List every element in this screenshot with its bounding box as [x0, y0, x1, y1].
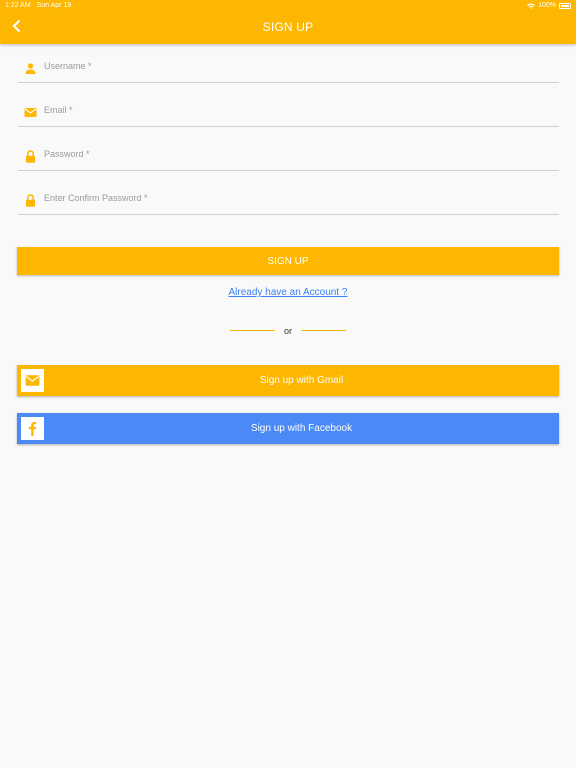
signup-button[interactable]: SIGN UP [17, 247, 559, 275]
gmail-icon-box [21, 369, 44, 392]
facebook-icon-box [21, 417, 44, 440]
lock-icon [26, 150, 35, 163]
confirm-password-field[interactable] [18, 184, 559, 215]
login-link[interactable]: Already have an Account ? [0, 287, 576, 298]
battery-percent: 100% [538, 2, 556, 9]
mail-icon [24, 108, 37, 117]
password-field[interactable] [18, 140, 559, 171]
mail-icon [25, 375, 40, 386]
email-input[interactable] [44, 100, 544, 120]
status-date: Sun Apr 19 [36, 2, 72, 9]
app-header: 1:22 AM Sun Apr 19 100% SIGN UP [0, 0, 576, 44]
email-field[interactable] [18, 96, 559, 127]
username-field[interactable] [18, 52, 559, 83]
user-icon [25, 63, 36, 74]
password-input[interactable] [44, 144, 544, 164]
facebook-button-label: Sign up with Facebook [250, 423, 353, 434]
lock-icon [26, 194, 35, 207]
gmail-button-label: Sign up with Gmail [259, 375, 344, 386]
page-title: SIGN UP [262, 20, 314, 34]
facebook-signup-button[interactable]: Sign up with Facebook [17, 413, 559, 444]
status-time: 1:22 AM [5, 2, 31, 9]
status-bar: 1:22 AM Sun Apr 19 100% [0, 0, 576, 12]
facebook-icon [29, 422, 37, 436]
wifi-icon [527, 3, 536, 9]
gmail-signup-button[interactable]: Sign up with Gmail [17, 365, 559, 396]
username-input[interactable] [44, 56, 544, 76]
divider-text: or [283, 326, 292, 336]
battery-icon [559, 2, 571, 9]
confirm-password-input[interactable] [44, 188, 544, 208]
or-divider: or [230, 326, 346, 336]
divider-line-right [301, 330, 346, 331]
